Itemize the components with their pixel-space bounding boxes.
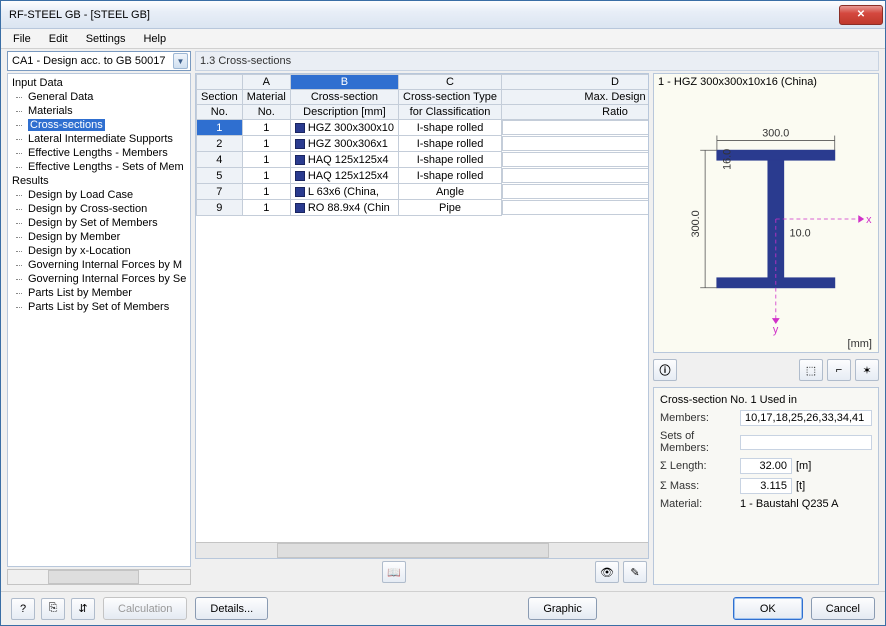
info-button[interactable]: ⓘ: [653, 359, 677, 381]
svg-text:y: y: [773, 324, 779, 336]
view-button[interactable]: 👁: [595, 561, 619, 583]
menubar: File Edit Settings Help: [1, 29, 885, 49]
row-header[interactable]: 2: [197, 136, 243, 152]
cancel-button[interactable]: Cancel: [811, 597, 875, 620]
tool3-button[interactable]: ✶: [855, 359, 879, 381]
table-row[interactable]: 51HAQ 125x125x4I-shape rolled0.74: [197, 168, 650, 184]
menu-help[interactable]: Help: [135, 31, 174, 47]
col-C[interactable]: C: [399, 75, 502, 90]
tree-item[interactable]: Lateral Intermediate Supports: [8, 132, 190, 146]
tree-item[interactable]: Effective Lengths - Sets of Mem: [8, 160, 190, 174]
tree-item[interactable]: Governing Internal Forces by M: [8, 258, 190, 272]
members-value: 10,17,18,25,26,33,34,41: [740, 410, 872, 426]
row-header[interactable]: 9: [197, 200, 243, 216]
row-header[interactable]: 1: [197, 120, 243, 136]
tree-item[interactable]: Parts List by Member: [8, 286, 190, 300]
hdr-section: Section: [197, 90, 243, 105]
calculation-button[interactable]: Calculation: [103, 597, 187, 620]
close-button[interactable]: ✕: [839, 5, 883, 25]
info-panel: Cross-section No. 1 Used in Members:10,1…: [653, 387, 879, 585]
library-button[interactable]: 📖: [382, 561, 406, 583]
preview-unit: [mm]: [848, 338, 872, 350]
row-header[interactable]: 4: [197, 152, 243, 168]
section-swatch-icon: [295, 139, 305, 149]
tree-item[interactable]: Design by Cross-section: [8, 202, 190, 216]
grid: A B C D E F Section Material Cross-secti…: [195, 73, 649, 559]
table-row[interactable]: 71L 63x6 (China,Angle0.04: [197, 184, 650, 200]
tree-item[interactable]: Design by Load Case: [8, 188, 190, 202]
tree-item[interactable]: Design by x-Location: [8, 244, 190, 258]
pick-button[interactable]: ✎: [623, 561, 647, 583]
window-title: RF-STEEL GB - [STEEL GB]: [9, 9, 839, 21]
tree-item[interactable]: Design by Set of Members: [8, 216, 190, 230]
section-swatch-icon: [295, 203, 305, 213]
row-header[interactable]: 7: [197, 184, 243, 200]
col-D[interactable]: D: [502, 75, 650, 90]
sets-value: [740, 435, 872, 450]
sidebar-h-scrollbar[interactable]: [7, 569, 191, 585]
case-combo[interactable]: CA1 - Design acc. to GB 50017 ▼: [7, 51, 191, 71]
menu-file[interactable]: File: [5, 31, 39, 47]
tree-item[interactable]: Design by Member: [8, 230, 190, 244]
case-combo-value: CA1 - Design acc. to GB 50017: [12, 55, 165, 67]
menu-settings[interactable]: Settings: [78, 31, 134, 47]
tool2-button[interactable]: ⌐: [827, 359, 851, 381]
grid-h-scrollbar[interactable]: [196, 542, 648, 558]
svg-text:16.0: 16.0: [722, 149, 734, 170]
mass-value: 3.115: [740, 478, 792, 494]
import-button[interactable]: ⇵: [71, 598, 95, 620]
tree-item[interactable]: General Data: [8, 90, 190, 104]
table-row[interactable]: 11HGZ 300x300x10I-shape rolled0.87: [197, 120, 650, 136]
material-value: 1 - Baustahl Q235 A: [740, 498, 838, 510]
info-heading: Cross-section No. 1 Used in: [660, 394, 872, 406]
chevron-down-icon[interactable]: ▼: [173, 53, 188, 69]
section-preview: 1 - HGZ 300x300x10x16 (China): [653, 73, 879, 353]
preview-title: 1 - HGZ 300x300x10x16 (China): [658, 76, 874, 88]
graphic-button[interactable]: Graphic: [528, 597, 597, 620]
tree-header-results: Results: [8, 174, 190, 188]
tree-item-cross-sections[interactable]: Cross-sections: [8, 118, 190, 132]
section-swatch-icon: [295, 123, 305, 133]
svg-text:10.0: 10.0: [790, 228, 811, 240]
section-swatch-icon: [295, 171, 305, 181]
svg-text:x: x: [866, 214, 872, 226]
tree-item[interactable]: Effective Lengths - Members: [8, 146, 190, 160]
svg-text:300.0: 300.0: [690, 210, 702, 237]
section-swatch-icon: [295, 187, 305, 197]
tool1-button[interactable]: ⬚: [799, 359, 823, 381]
col-B[interactable]: B: [290, 75, 398, 90]
nav-tree: Input Data General Data Materials Cross-…: [7, 73, 191, 567]
row-header[interactable]: 5: [197, 168, 243, 184]
details-button[interactable]: Details...: [195, 597, 268, 620]
col-A[interactable]: A: [242, 75, 290, 90]
tree-item[interactable]: Materials: [8, 104, 190, 118]
panel-title: 1.3 Cross-sections: [195, 51, 879, 71]
section-swatch-icon: [295, 155, 305, 165]
ok-button[interactable]: OK: [733, 597, 803, 620]
export-button[interactable]: ⎘: [41, 598, 65, 620]
tree-item[interactable]: Parts List by Set of Members: [8, 300, 190, 314]
help-button[interactable]: ?: [11, 598, 35, 620]
length-value: 32.00: [740, 458, 792, 474]
table-row[interactable]: 41HAQ 125x125x4I-shape rolled0.57: [197, 152, 650, 168]
menu-edit[interactable]: Edit: [41, 31, 76, 47]
section-drawing: 300.0 300.0 16.0 10.0 x y: [658, 88, 874, 350]
table-row[interactable]: 91RO 88.9x4 (ChinPipe0.10: [197, 200, 650, 216]
svg-text:300.0: 300.0: [762, 128, 789, 140]
tree-header-input: Input Data: [8, 76, 190, 90]
titlebar: RF-STEEL GB - [STEEL GB] ✕: [1, 1, 885, 29]
tree-item[interactable]: Governing Internal Forces by Se: [8, 272, 190, 286]
